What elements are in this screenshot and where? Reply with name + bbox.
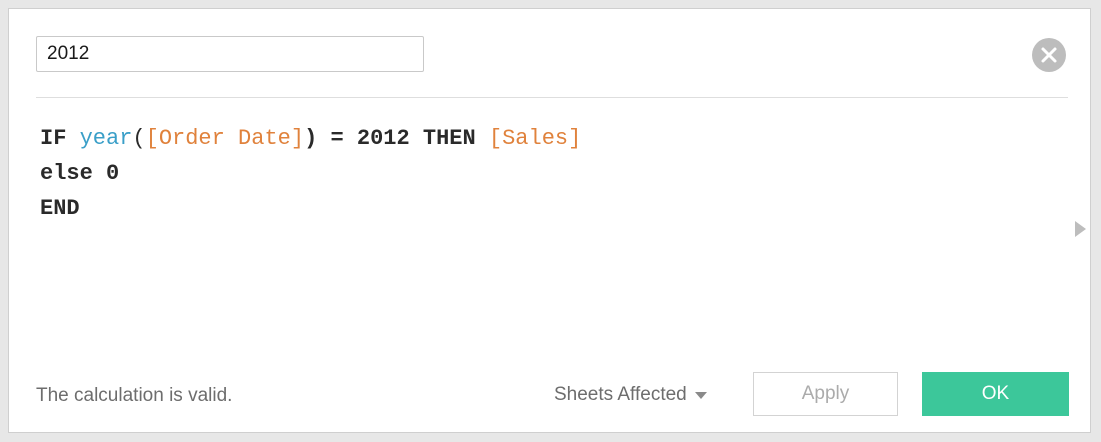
field-order-date: [Order Date] <box>145 126 305 151</box>
chevron-down-icon <box>694 391 707 399</box>
keyword-if: IF <box>40 126 67 151</box>
field-sales: [Sales] <box>488 126 582 151</box>
comparison-text: ) = 2012 <box>304 126 410 151</box>
calculation-dialog: IF year([Order Date]) = 2012 THEN [Sales… <box>8 8 1091 433</box>
keyword-else: else <box>40 161 93 186</box>
close-circle-icon <box>1041 47 1057 63</box>
formula-editor[interactable]: IF year([Order Date]) = 2012 THEN [Sales… <box>40 121 1060 351</box>
formula-line-1: IF year([Order Date]) = 2012 THEN [Sales… <box>40 121 1060 156</box>
paren-open: ( <box>132 126 146 151</box>
keyword-then: THEN <box>422 126 476 151</box>
close-button[interactable] <box>1032 38 1066 72</box>
header-divider <box>36 97 1068 98</box>
expand-panel-icon[interactable] <box>1075 221 1086 237</box>
keyword-end: END <box>40 196 80 221</box>
validation-status: The calculation is valid. <box>36 385 233 406</box>
formula-line-2: else 0 <box>40 156 1060 191</box>
else-value: 0 <box>106 161 120 186</box>
function-year: year <box>79 126 133 151</box>
sheets-affected-label: Sheets Affected <box>554 384 687 405</box>
ok-button[interactable]: OK <box>922 372 1069 416</box>
sheets-affected-dropdown[interactable]: Sheets Affected <box>554 384 707 406</box>
calculation-name-input[interactable] <box>36 36 424 72</box>
formula-line-3: END <box>40 191 1060 226</box>
apply-button[interactable]: Apply <box>753 372 898 416</box>
